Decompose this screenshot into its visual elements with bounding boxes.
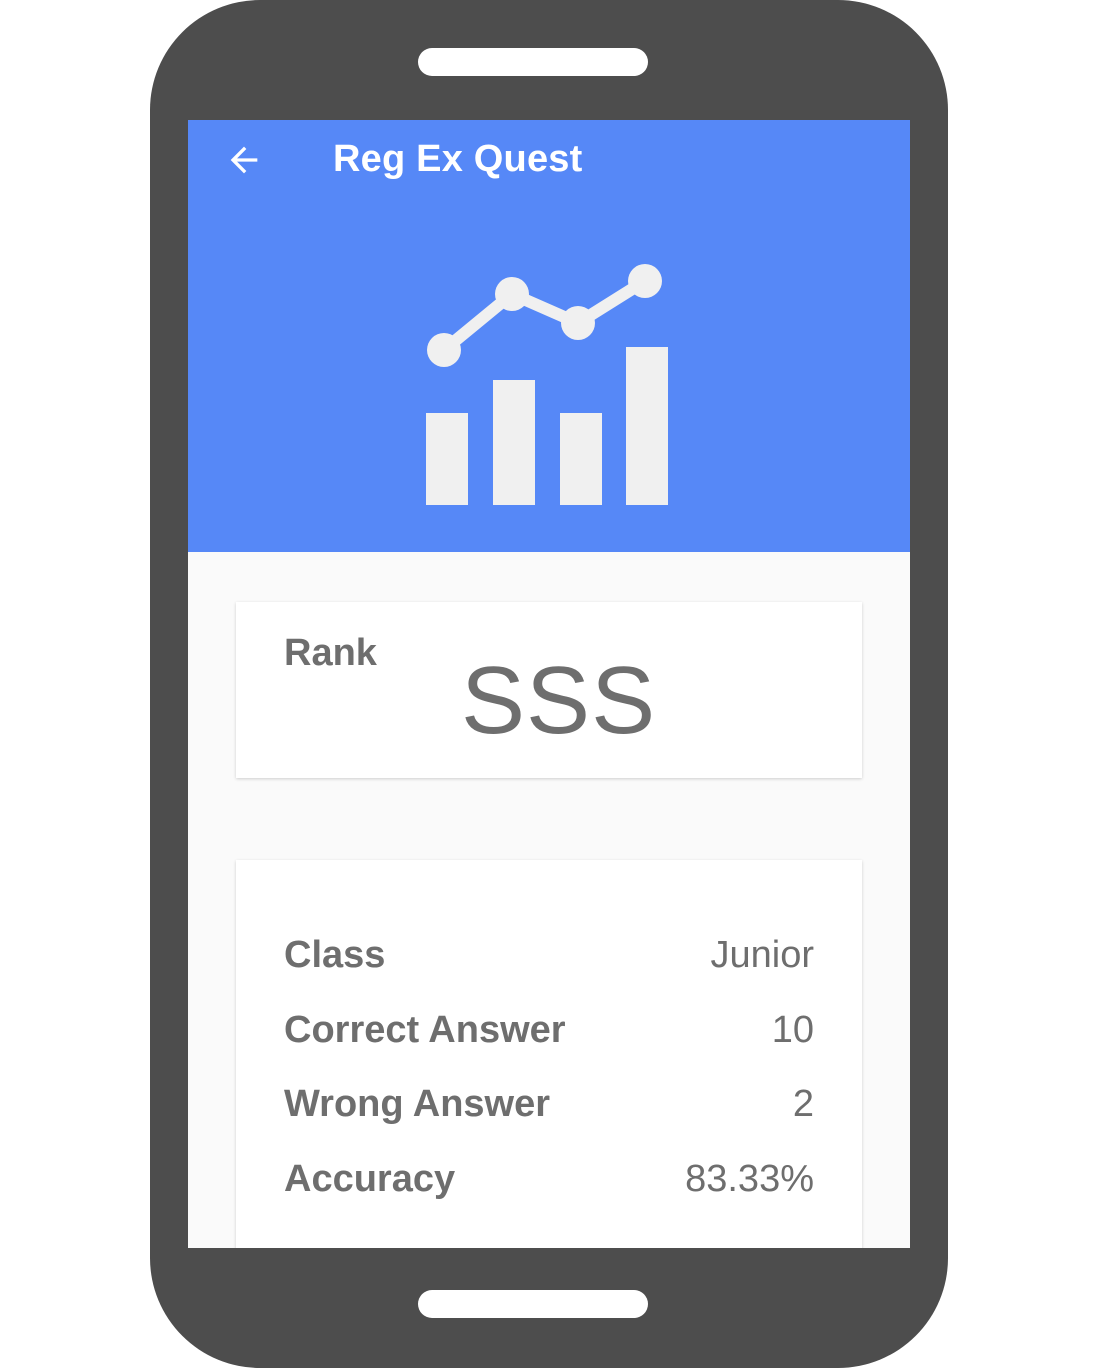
phone-frame: Reg Ex Quest Rank SSS Class Junior Corre… xyxy=(150,0,948,1368)
analytics-chart-icon xyxy=(426,264,668,505)
stat-label: Accuracy xyxy=(284,1158,456,1200)
rank-value: SSS xyxy=(461,647,657,754)
stat-value: 2 xyxy=(792,1083,814,1125)
stat-label: Wrong Answer xyxy=(284,1083,551,1125)
stat-value: 10 xyxy=(771,1009,814,1051)
stat-row-accuracy: Accuracy 83.33% xyxy=(284,1158,814,1208)
app-title: Reg Ex Quest xyxy=(333,138,583,180)
stats-card: Class Junior Correct Answer 10 Wrong Ans… xyxy=(236,860,862,1248)
stat-value: Junior xyxy=(710,934,815,976)
rank-label: Rank xyxy=(284,632,377,674)
stat-row-correct-answer: Correct Answer 10 xyxy=(284,1009,814,1059)
app-bar: Reg Ex Quest xyxy=(188,120,910,217)
arrow-left-icon[interactable] xyxy=(224,140,264,180)
hero-banner xyxy=(188,216,910,552)
stat-value: 83.33% xyxy=(685,1158,814,1200)
stat-row-wrong-answer: Wrong Answer 2 xyxy=(284,1083,814,1133)
home-button[interactable] xyxy=(418,1290,648,1318)
stat-label: Correct Answer xyxy=(284,1009,566,1051)
rank-card: Rank SSS xyxy=(236,602,862,778)
stat-label: Class xyxy=(284,934,386,976)
phone-speaker xyxy=(418,48,648,76)
stat-row-class: Class Junior xyxy=(284,934,814,984)
app-screen: Reg Ex Quest Rank SSS Class Junior Corre… xyxy=(188,120,910,1248)
